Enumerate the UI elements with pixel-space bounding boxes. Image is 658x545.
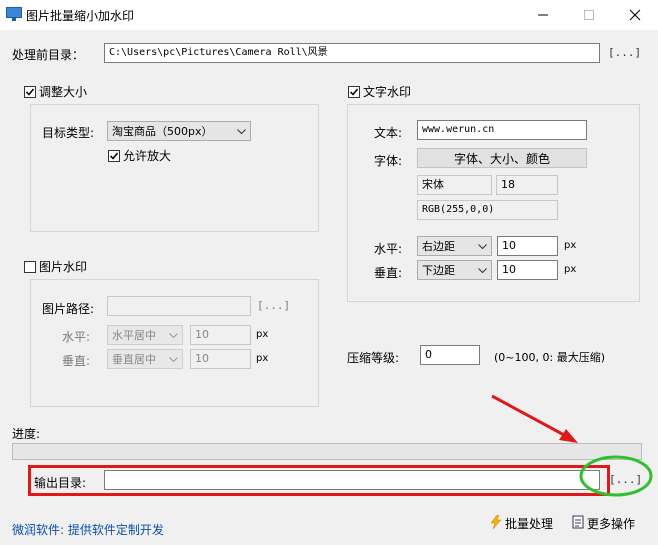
compression-hint: (0~100, 0: 最大压缩) xyxy=(494,351,605,364)
minimize-button[interactable] xyxy=(520,0,566,30)
source-dir-label: 处理前目录： xyxy=(12,48,85,62)
close-icon xyxy=(629,9,641,21)
chevron-down-icon xyxy=(478,240,487,253)
text-horizontal-select[interactable]: 右边距 xyxy=(417,236,492,256)
font-color-field: RGB(255,0,0) xyxy=(417,200,558,220)
target-type-select[interactable]: 淘宝商品（500px） xyxy=(107,121,251,141)
image-vertical-label: 垂直: xyxy=(62,354,91,368)
image-path-input[interactable] xyxy=(107,296,251,316)
font-size-field: 18 xyxy=(496,175,558,195)
image-horizontal-value: 水平居中 xyxy=(112,329,156,342)
more-actions-button[interactable]: 更多操作 xyxy=(572,515,635,532)
text-watermark-label: 文字水印 xyxy=(363,85,412,99)
image-horizontal-offset[interactable]: 10 xyxy=(190,325,251,345)
chevron-down-icon xyxy=(478,264,487,277)
text-horizontal-label: 水平: xyxy=(374,242,403,256)
image-vertical-offset[interactable]: 10 xyxy=(190,349,251,369)
image-watermark-label: 图片水印 xyxy=(39,260,88,274)
font-settings-button[interactable]: 字体、大小、颜色 xyxy=(417,148,587,168)
progress-bar xyxy=(12,443,642,460)
text-horizontal-value: 右边距 xyxy=(422,240,455,253)
maximize-button[interactable] xyxy=(566,0,612,30)
compression-label: 压缩等级: xyxy=(347,351,400,365)
checkbox-checked-icon xyxy=(108,149,120,162)
chevron-down-icon xyxy=(169,329,178,342)
text-vertical-label: 垂直: xyxy=(374,266,403,280)
image-vertical-select[interactable]: 垂直居中 xyxy=(107,349,183,369)
image-vertical-unit: px xyxy=(256,353,269,364)
lightning-icon xyxy=(490,514,502,532)
watermark-text-input[interactable]: www.werun.cn xyxy=(417,120,587,140)
app-icon xyxy=(6,7,22,21)
text-watermark-checkbox[interactable]: 文字水印 xyxy=(348,83,411,100)
source-browse-button[interactable]: [...] xyxy=(608,46,641,59)
image-vertical-value: 垂直居中 xyxy=(112,353,156,366)
allow-enlarge-checkbox[interactable]: 允许放大 xyxy=(108,147,171,164)
chevron-down-icon xyxy=(237,125,246,138)
more-actions-label: 更多操作 xyxy=(587,517,636,531)
target-type-value: 淘宝商品（500px） xyxy=(112,125,213,138)
minimize-icon xyxy=(538,14,548,16)
image-horizontal-unit: px xyxy=(256,329,269,340)
source-dir-input[interactable]: C:\Users\pc\Pictures\Camera Roll\风景 xyxy=(104,43,600,63)
company-link[interactable]: 微润软件: 提供软件定制开发 xyxy=(12,521,164,538)
batch-process-button[interactable]: 批量处理 xyxy=(490,514,554,532)
output-dir-input[interactable] xyxy=(104,470,600,490)
resize-checkbox[interactable]: 调整大小 xyxy=(24,83,87,100)
checkbox-checked-icon xyxy=(24,85,36,98)
checkbox-unchecked-icon xyxy=(24,260,36,273)
image-horizontal-select[interactable]: 水平居中 xyxy=(107,325,183,345)
target-type-label: 目标类型: xyxy=(42,126,95,140)
image-browse-button[interactable]: [...] xyxy=(257,299,290,312)
resize-label: 调整大小 xyxy=(39,85,88,99)
compression-input[interactable]: 0 xyxy=(420,345,480,365)
font-name-field: 宋体 xyxy=(417,175,492,195)
image-path-label: 图片路径: xyxy=(42,302,95,316)
close-button[interactable] xyxy=(612,0,658,30)
output-dir-label: 输出目录: xyxy=(34,476,87,490)
text-horizontal-offset[interactable]: 10 xyxy=(497,236,558,256)
allow-enlarge-label: 允许放大 xyxy=(123,149,172,163)
green-circle-annotation xyxy=(579,455,653,497)
text-vertical-unit: px xyxy=(564,264,577,275)
text-vertical-select[interactable]: 下边距 xyxy=(417,260,492,280)
text-vertical-offset[interactable]: 10 xyxy=(497,260,558,280)
checkbox-checked-icon xyxy=(348,85,360,98)
chevron-down-icon xyxy=(169,353,178,366)
image-horizontal-label: 水平: xyxy=(62,330,91,344)
progress-label: 进度: xyxy=(12,427,41,441)
document-icon xyxy=(572,515,584,532)
text-vertical-value: 下边距 xyxy=(422,264,455,277)
text-horizontal-unit: px xyxy=(564,240,577,251)
maximize-icon xyxy=(584,10,594,20)
font-label: 字体: xyxy=(374,154,403,168)
red-arrow-annotation xyxy=(491,394,578,443)
image-watermark-checkbox[interactable]: 图片水印 xyxy=(24,258,87,275)
window-title: 图片批量缩小加水印 xyxy=(26,9,135,23)
batch-process-label: 批量处理 xyxy=(505,517,554,531)
text-label: 文本: xyxy=(374,126,403,140)
